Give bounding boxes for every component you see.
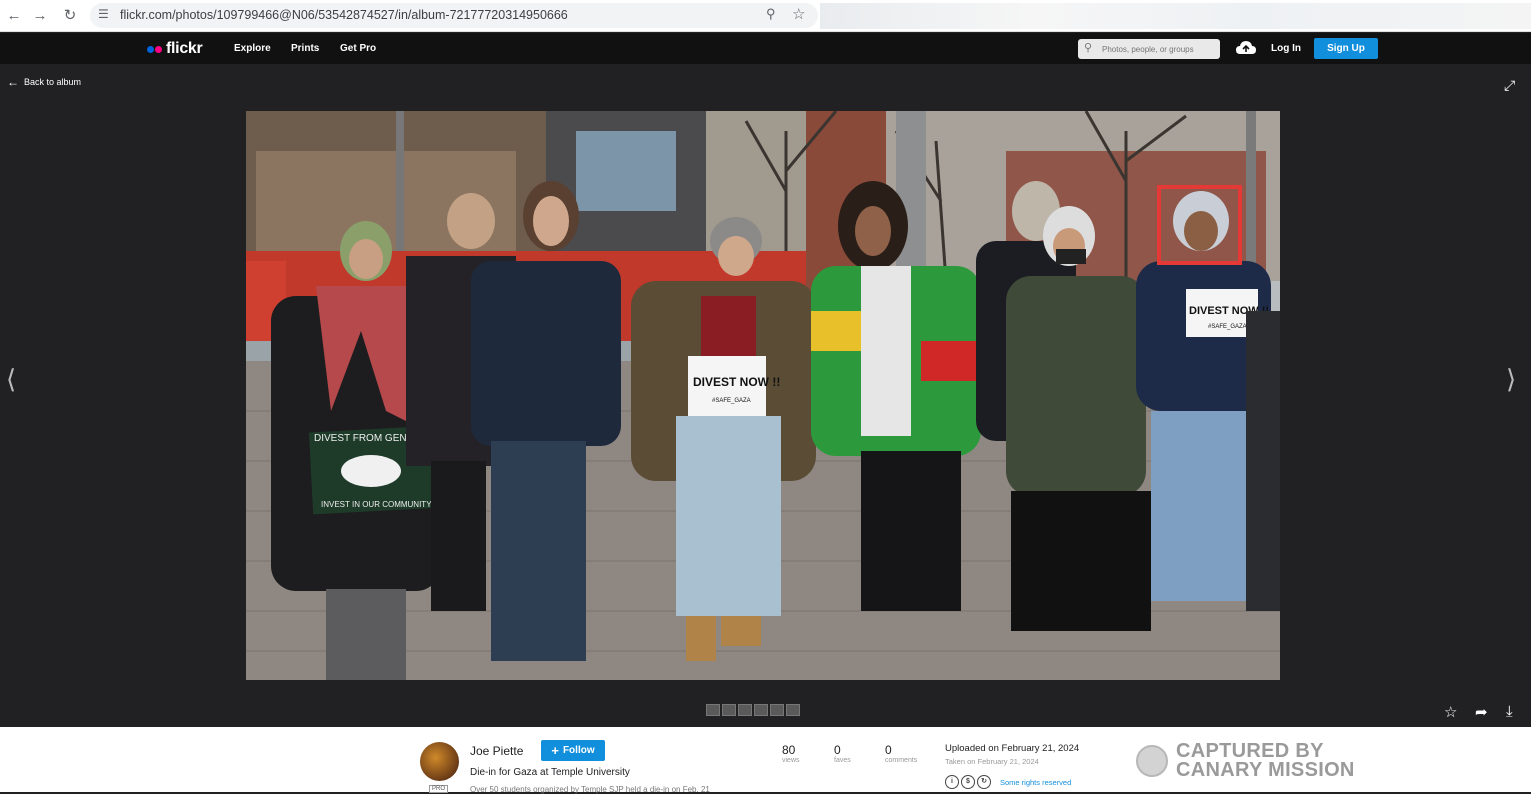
reload-icon[interactable]: ↻ — [60, 6, 80, 26]
nav-get-pro[interactable]: Get Pro — [340, 43, 376, 54]
follow-label: Follow — [562, 745, 595, 756]
photo-info-panel: PRO Joe Piette + Follow Die-in for Gaza … — [0, 727, 1531, 794]
stat-comments-label: comments — [885, 757, 918, 764]
thumbnail[interactable] — [738, 704, 752, 716]
logo-dot-blue — [147, 45, 154, 53]
canary-logo-icon — [1136, 745, 1168, 777]
sign2-subtext: #SAFE_GAZA — [1208, 324, 1247, 330]
flickr-logo[interactable]: flickr — [147, 40, 203, 58]
thumbnail[interactable] — [786, 704, 800, 716]
thumbnail[interactable] — [706, 704, 720, 716]
taken-date: Taken on February 21, 2024 — [945, 757, 1039, 766]
next-photo-icon[interactable]: ⟩ — [1506, 364, 1516, 395]
cc-sa-icon: ↻ — [977, 775, 991, 789]
arrow-left-icon: ← — [7, 75, 19, 89]
photo-viewer: ← Back to album ⤢ ⟨ ⟩ DIVEST FROM GENOCI… — [0, 64, 1531, 727]
forward-icon[interactable]: → — [30, 6, 50, 26]
stat-faves-label: faves — [834, 757, 851, 764]
owner-name[interactable]: Joe Piette — [470, 744, 523, 758]
search-icon: ⚲ — [1084, 42, 1093, 54]
signup-button[interactable]: Sign Up — [1314, 38, 1378, 59]
nav-prints[interactable]: Prints — [291, 43, 319, 54]
stat-views-label: views — [782, 757, 800, 764]
fullscreen-icon[interactable]: ⤢ — [1504, 77, 1515, 94]
share-icon[interactable]: ➦ — [1475, 703, 1488, 721]
address-bar[interactable]: ☰ flickr.com/photos/109799466@N06/535428… — [90, 3, 818, 28]
url-text[interactable]: flickr.com/photos/109799466@N06/53542874… — [120, 8, 568, 22]
zoom-icon[interactable]: ⚲ — [766, 6, 776, 22]
photo-description: Over 50 students organized by Temple SJP… — [470, 785, 710, 794]
sign1-text: DIVEST NOW !! — [693, 375, 780, 389]
main-photo: DIVEST FROM GENOCIDE INVEST IN OUR COMMU… — [246, 111, 1280, 680]
cc-by-icon: i — [945, 775, 959, 789]
watermark-text: CAPTURED BY CANARY MISSION — [1176, 741, 1355, 781]
site-info-icon[interactable]: ☰ — [98, 7, 109, 21]
nav-explore[interactable]: Explore — [234, 43, 271, 54]
search-input[interactable] — [1102, 42, 1216, 56]
thumbnail[interactable] — [754, 704, 768, 716]
back-to-album-label: Back to album — [24, 77, 82, 87]
thumbnail[interactable] — [722, 704, 736, 716]
back-icon[interactable]: ← — [4, 6, 24, 26]
plus-icon: + — [551, 743, 559, 758]
uploaded-date: Uploaded on February 21, 2024 — [945, 743, 1080, 754]
browser-toolbar: ← → ↻ ☰ flickr.com/photos/109799466@N06/… — [0, 0, 1531, 32]
thumbnail[interactable] — [770, 704, 784, 716]
upload-cloud-icon[interactable] — [1235, 40, 1257, 56]
back-to-album-link[interactable]: ← Back to album — [7, 75, 81, 89]
stat-comments: 0 comments — [885, 743, 917, 764]
rights-link[interactable]: Some rights reserved — [1000, 778, 1071, 787]
previous-photo-icon[interactable]: ⟨ — [6, 364, 16, 395]
bookmark-star-icon[interactable]: ☆ — [792, 5, 805, 23]
logo-text: flickr — [166, 40, 203, 57]
stat-views: 80 views — [782, 743, 800, 764]
logo-dot-pink — [155, 45, 162, 53]
license-icons[interactable]: i $ ↻ — [945, 775, 991, 789]
follow-button[interactable]: + Follow — [541, 740, 605, 761]
flickr-header: flickr Explore Prints Get Pro ⚲ Log In S… — [0, 33, 1531, 64]
sign1-subtext: #SAFE_GAZA — [712, 398, 751, 404]
owner-avatar[interactable] — [420, 742, 459, 781]
blurred-toolbar-area — [820, 3, 1531, 29]
favorite-star-icon[interactable]: ☆ — [1444, 703, 1457, 721]
stat-views-number: 80 — [782, 743, 796, 757]
watermark-line2: CANARY MISSION — [1176, 759, 1355, 781]
photo-illustration: DIVEST FROM GENOCIDE INVEST IN OUR COMMU… — [246, 111, 1280, 680]
search-box[interactable]: ⚲ — [1078, 39, 1220, 59]
cc-nc-icon: $ — [961, 775, 975, 789]
banner-bottom-text: INVEST IN OUR COMMUNITY — [321, 500, 432, 509]
canary-mission-watermark: CAPTURED BY CANARY MISSION — [1136, 741, 1355, 781]
photo-title: Die-in for Gaza at Temple University — [470, 767, 630, 778]
download-icon[interactable]: ⤓ — [1506, 703, 1513, 720]
thumbnail-strip — [706, 704, 800, 716]
stat-comments-number: 0 — [885, 743, 892, 757]
stat-faves-number: 0 — [834, 743, 841, 757]
stat-faves: 0 faves — [834, 743, 851, 764]
login-link[interactable]: Log In — [1271, 43, 1301, 54]
